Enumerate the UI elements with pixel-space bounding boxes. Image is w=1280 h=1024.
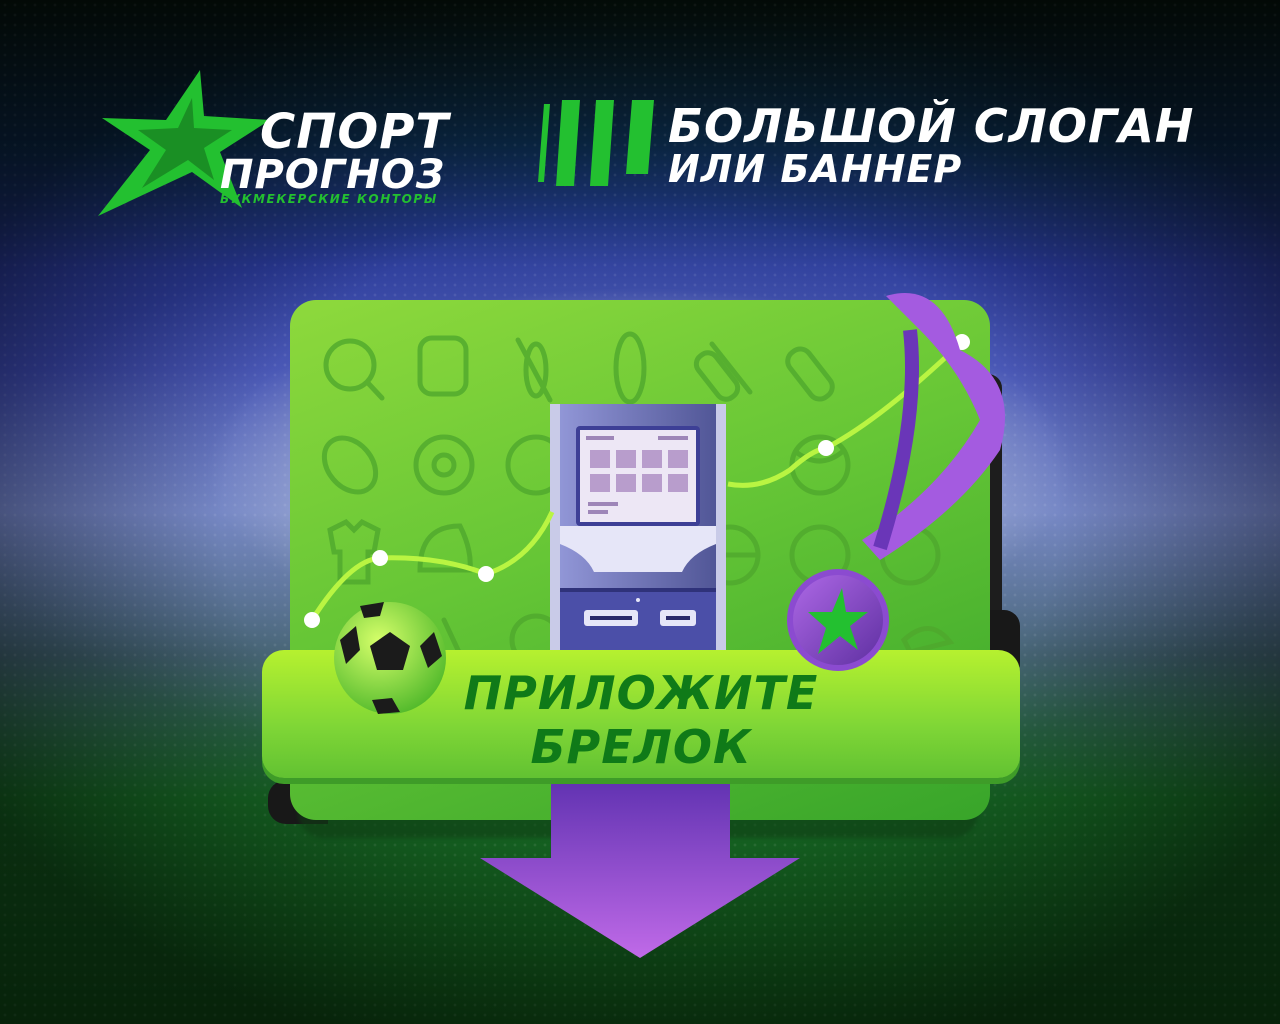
soccer-ball-icon	[334, 602, 446, 714]
medal-icon	[787, 569, 889, 671]
decor-overlay	[304, 293, 1005, 714]
